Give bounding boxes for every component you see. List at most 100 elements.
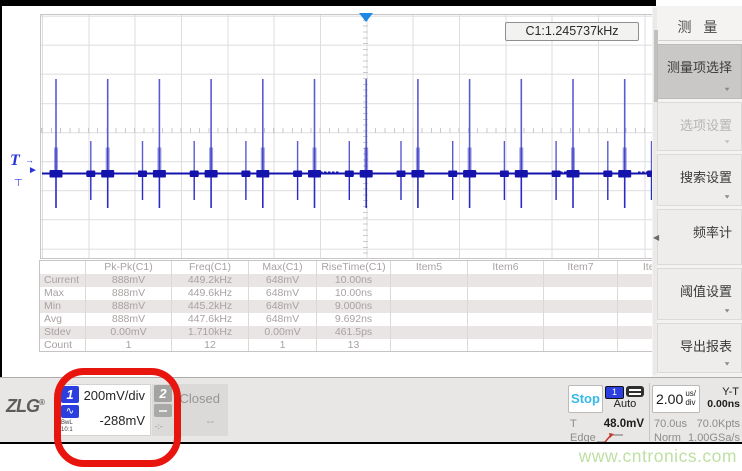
trigger-delay-value[interactable]: 0.00ns bbox=[707, 398, 740, 410]
table-row: Count112113 bbox=[40, 339, 654, 352]
table-value-cell bbox=[468, 287, 544, 300]
table-header-cell: Freq(C1) bbox=[172, 261, 249, 274]
menu-button-label: 导出报表 bbox=[680, 336, 732, 355]
table-value-cell bbox=[618, 300, 655, 313]
table-value-cell: 461.5ps bbox=[317, 326, 391, 339]
menu-button-3[interactable]: 搜索设置▼ bbox=[657, 154, 742, 206]
table-row: Stdev0.00mV1.710kHz0.00mV461.5ps bbox=[40, 326, 654, 339]
menu-button-5[interactable]: 阈值设置 ▼ bbox=[657, 268, 742, 320]
run-state-indicator[interactable]: Stop bbox=[568, 385, 603, 413]
menu-button-4[interactable]: 频率计◀ bbox=[657, 209, 742, 265]
trigger-status-block: Stop 1 Auto T 48.0mV Edge bbox=[566, 383, 646, 441]
table-row: Max888mV449.6kHz648mV10.00ns bbox=[40, 287, 654, 300]
table-value-cell: 0.00mV bbox=[86, 326, 172, 339]
memory-depth-value: 70.0Kpts bbox=[697, 418, 740, 430]
trigger-level-label: T bbox=[570, 418, 577, 430]
watermark-text: www.cntronics.com bbox=[579, 446, 737, 467]
menu-button-label: 测量项选择 bbox=[667, 57, 732, 76]
table-header-row: Pk-Pk(C1)Freq(C1)Max(C1)RiseTime(C1) Item… bbox=[40, 261, 654, 274]
chevron-down-icon: ▼ bbox=[723, 86, 731, 92]
table-row-label: Current bbox=[40, 274, 86, 287]
table-value-cell: 888mV bbox=[86, 287, 172, 300]
table-value-cell: 888mV bbox=[86, 300, 172, 313]
menu-panel: 测 量 测量项选择▼选项设置▼搜索设置▼频率计◀阈值设置▼导出报表▼ bbox=[652, 6, 742, 377]
table-value-cell: 1 bbox=[249, 339, 317, 352]
channel2-status-text: Closed bbox=[180, 391, 220, 406]
waveform-trace bbox=[40, 14, 653, 259]
chevron-down-icon: ▼ bbox=[723, 193, 731, 199]
menu-title: 测 量 bbox=[657, 14, 742, 40]
table-row: Current888mV449.2kHz648mV10.00ns bbox=[40, 274, 654, 287]
table-value-cell bbox=[391, 339, 468, 352]
timebase-scale-value[interactable]: 2.00 bbox=[656, 391, 683, 407]
table-header-cell: Item6 bbox=[468, 261, 544, 274]
menu-button-label: 阈值设置 bbox=[680, 281, 732, 300]
table-value-cell bbox=[544, 300, 618, 313]
table-value-cell: 13 bbox=[317, 339, 391, 352]
measurement-table: Pk-Pk(C1)Freq(C1)Max(C1)RiseTime(C1) Item… bbox=[39, 260, 655, 352]
table-row-label: Stdev bbox=[40, 326, 86, 339]
table-value-cell: 449.6kHz bbox=[172, 287, 249, 300]
table-row: Avg888mV447.6kHz648mV9.692ns bbox=[40, 313, 654, 326]
table-row-label: Max bbox=[40, 287, 86, 300]
timebase-status-block: 2.00 us/ div Y-T 0.00ns 70.0us 70.0Kpts … bbox=[649, 383, 742, 441]
channel-position-arrow-icon[interactable]: ► bbox=[28, 165, 38, 176]
table-value-cell bbox=[391, 326, 468, 339]
table-value-cell bbox=[468, 326, 544, 339]
table-value-cell bbox=[391, 274, 468, 287]
table-value-cell bbox=[618, 313, 655, 326]
menu-button-label: 频率计 bbox=[693, 222, 732, 241]
table-value-cell: 888mV bbox=[86, 313, 172, 326]
table-value-cell bbox=[391, 313, 468, 326]
table-value-cell bbox=[618, 287, 655, 300]
table-value-cell: 648mV bbox=[249, 287, 317, 300]
table-header-cell: Item7 bbox=[544, 261, 618, 274]
table-row-label: Count bbox=[40, 339, 86, 352]
table-row-label: Min bbox=[40, 300, 86, 313]
menu-button-label: 选项设置 bbox=[680, 115, 732, 134]
chevron-down-icon: ▼ bbox=[723, 138, 731, 144]
trigger-level-arrow-icon: → bbox=[25, 155, 34, 165]
menu-divider bbox=[657, 40, 742, 41]
table-row-label: Avg bbox=[40, 313, 86, 326]
menu-button-2: 选项设置 ▼ bbox=[657, 102, 742, 151]
table-value-cell: 9.692ns bbox=[317, 313, 391, 326]
trigger-level-value[interactable]: 48.0mV bbox=[604, 418, 644, 430]
table-header-cell: Max(C1) bbox=[249, 261, 317, 274]
table-value-cell bbox=[618, 339, 655, 352]
oscilloscope-app-window: T → ► ⊥ C1:1.245737kHz Pk-Pk(C1)Freq(C1)… bbox=[0, 0, 742, 471]
table-value-cell bbox=[468, 339, 544, 352]
ground-symbol-icon: ⊥ bbox=[14, 176, 23, 187]
menu-button-1[interactable]: 测量项选择 ▼ bbox=[657, 44, 742, 99]
trigger-level-marker[interactable]: T bbox=[10, 152, 20, 170]
table-value-cell: 648mV bbox=[249, 300, 317, 313]
table-value-cell bbox=[618, 326, 655, 339]
table-value-cell: 10.00ns bbox=[317, 274, 391, 287]
table-value-cell: 1 bbox=[86, 339, 172, 352]
table-value-cell: 648mV bbox=[249, 274, 317, 287]
table-value-cell bbox=[618, 274, 655, 287]
chevron-down-icon: ▼ bbox=[723, 307, 731, 313]
table-value-cell bbox=[391, 287, 468, 300]
table-header-cell bbox=[40, 261, 86, 274]
table-value-cell bbox=[544, 287, 618, 300]
channel2-offset-value: -- bbox=[207, 416, 214, 428]
capture-window-value: 70.0us bbox=[654, 418, 687, 430]
table-value-cell: 1.710kHz bbox=[172, 326, 249, 339]
trigger-mode-label[interactable]: Auto bbox=[606, 398, 644, 410]
chevron-down-icon: ▼ bbox=[723, 360, 731, 366]
table-value-cell: 888mV bbox=[86, 274, 172, 287]
trigger-holdoff-icon bbox=[626, 386, 644, 397]
table-header-cell: Pk-Pk(C1) bbox=[86, 261, 172, 274]
timebase-unit-label: us/ div bbox=[685, 389, 696, 407]
table-value-cell: 445.2kHz bbox=[172, 300, 249, 313]
menu-button-6[interactable]: 导出报表 ▼ bbox=[657, 323, 742, 373]
display-mode-label[interactable]: Y-T bbox=[722, 386, 739, 398]
table-row: Min888mV445.2kHz648mV9.000ns bbox=[40, 300, 654, 313]
timebase-scale-box[interactable]: 2.00 us/ div bbox=[652, 385, 700, 413]
table-header-cell: RiseTime(C1) bbox=[317, 261, 391, 274]
red-highlight-annotation bbox=[54, 368, 181, 467]
waveform-display-area: T → ► ⊥ C1:1.245737kHz bbox=[2, 6, 652, 260]
zlg-logo: ZLG® bbox=[6, 396, 44, 417]
table-value-cell bbox=[468, 313, 544, 326]
